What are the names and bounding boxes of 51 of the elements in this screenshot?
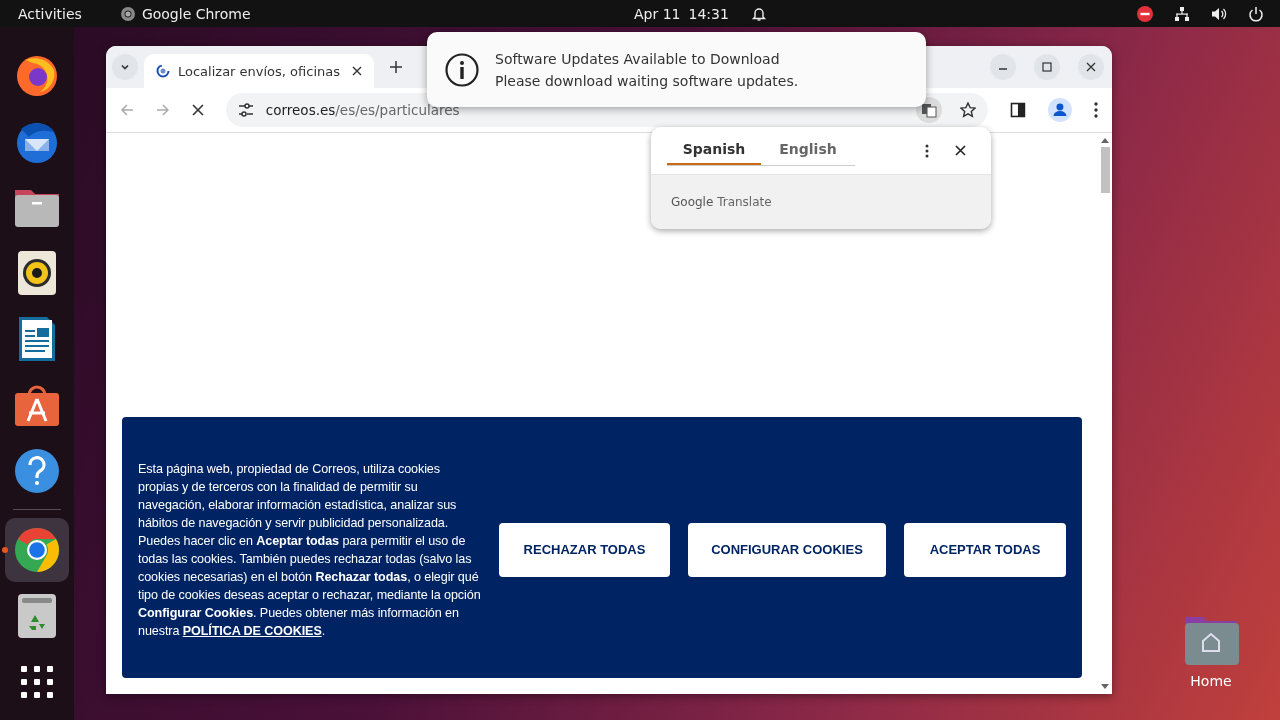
- minimize-button[interactable]: [990, 54, 1016, 80]
- stop-icon[interactable]: [191, 104, 204, 116]
- language-tab[interactable]: Spanish: [667, 135, 761, 165]
- site-settings-icon[interactable]: [237, 103, 254, 117]
- new-tab-icon[interactable]: [390, 61, 402, 73]
- notification-bell-icon[interactable]: [750, 5, 767, 22]
- app-menu[interactable]: Google Chrome: [141, 5, 251, 22]
- side-panel-icon[interactable]: [1010, 102, 1027, 118]
- trash-icon[interactable]: [18, 594, 56, 638]
- cookie-button[interactable]: ACEPTAR TODAS: [904, 522, 1066, 577]
- notification-body: Please download waiting software updates.: [495, 72, 799, 89]
- app-grid-icon[interactable]: [21, 666, 53, 698]
- running-indicator: [2, 547, 8, 553]
- chrome-icon[interactable]: [13, 526, 61, 574]
- help-icon[interactable]: [14, 448, 60, 494]
- close-button[interactable]: [1078, 54, 1104, 80]
- cookie-notice-text: Esta página web, propiedad de Correos, utiliza cookies propias y de terceros con la finalidad de permitir su navegación, elaborar información estadística, analizar sus hábitos de navegación y servir publicidad personalizada. Puedes hacer clic en Aceptar todas para permitir el uso de todas las cookies. También puedes rechazar todas (salvo las cookies necesarias) en el botón Rechazar todas, o elegir qué tipo de cookies deseas aceptar o rechazar, mediante la opción Configurar Cookies. Puedes obtener más información en nuestra POLÍTICA DE COOKIES.: [138, 460, 482, 640]
- notification-title: Software Updates Available to Download: [495, 50, 781, 67]
- google-translate-logo: Google Translate: [671, 195, 772, 209]
- cookie-button[interactable]: RECHAZAR TODAS: [499, 522, 670, 577]
- speaker-icon[interactable]: [18, 251, 56, 295]
- power-icon[interactable]: [1248, 5, 1264, 22]
- bookmark-star-icon[interactable]: [960, 102, 977, 118]
- info-icon: [445, 52, 479, 87]
- volume-icon[interactable]: [1211, 5, 1227, 22]
- chrome-icon: [119, 5, 136, 22]
- desktop-icon-label[interactable]: Home: [1190, 673, 1232, 689]
- maximize-icon: [1042, 62, 1052, 72]
- close-icon[interactable]: [352, 66, 362, 76]
- document-icon[interactable]: [18, 316, 56, 362]
- close-icon: [1086, 62, 1096, 72]
- shopping-bag-icon[interactable]: [14, 383, 60, 427]
- close-icon[interactable]: [955, 145, 966, 156]
- cookie-policy-link[interactable]: POLÍTICA DE COOKIES: [182, 623, 322, 638]
- scroll-up-arrow-icon[interactable]: [1101, 137, 1109, 143]
- profile-icon[interactable]: [1048, 98, 1073, 122]
- loading-icon: [156, 64, 170, 78]
- network-icon[interactable]: [1174, 5, 1190, 22]
- scrollbar-thumb[interactable]: [1100, 147, 1110, 193]
- date-text[interactable]: Apr 11: [634, 5, 681, 22]
- browser-tab[interactable]: Localizar envíos, oficinas: [144, 54, 374, 88]
- scroll-down-arrow-icon[interactable]: [1101, 684, 1109, 690]
- do-not-disturb-icon[interactable]: [1137, 5, 1153, 22]
- maximize-button[interactable]: [1034, 54, 1060, 80]
- more-options-icon[interactable]: [925, 143, 929, 158]
- menu-icon[interactable]: [1094, 102, 1098, 118]
- folder-icon[interactable]: [1183, 615, 1239, 665]
- language-tab[interactable]: English: [761, 135, 855, 165]
- cookie-button[interactable]: CONFIGURAR COOKIES: [688, 522, 886, 577]
- activities-button[interactable]: Activities: [18, 5, 82, 22]
- time-text[interactable]: 14:31: [688, 5, 729, 22]
